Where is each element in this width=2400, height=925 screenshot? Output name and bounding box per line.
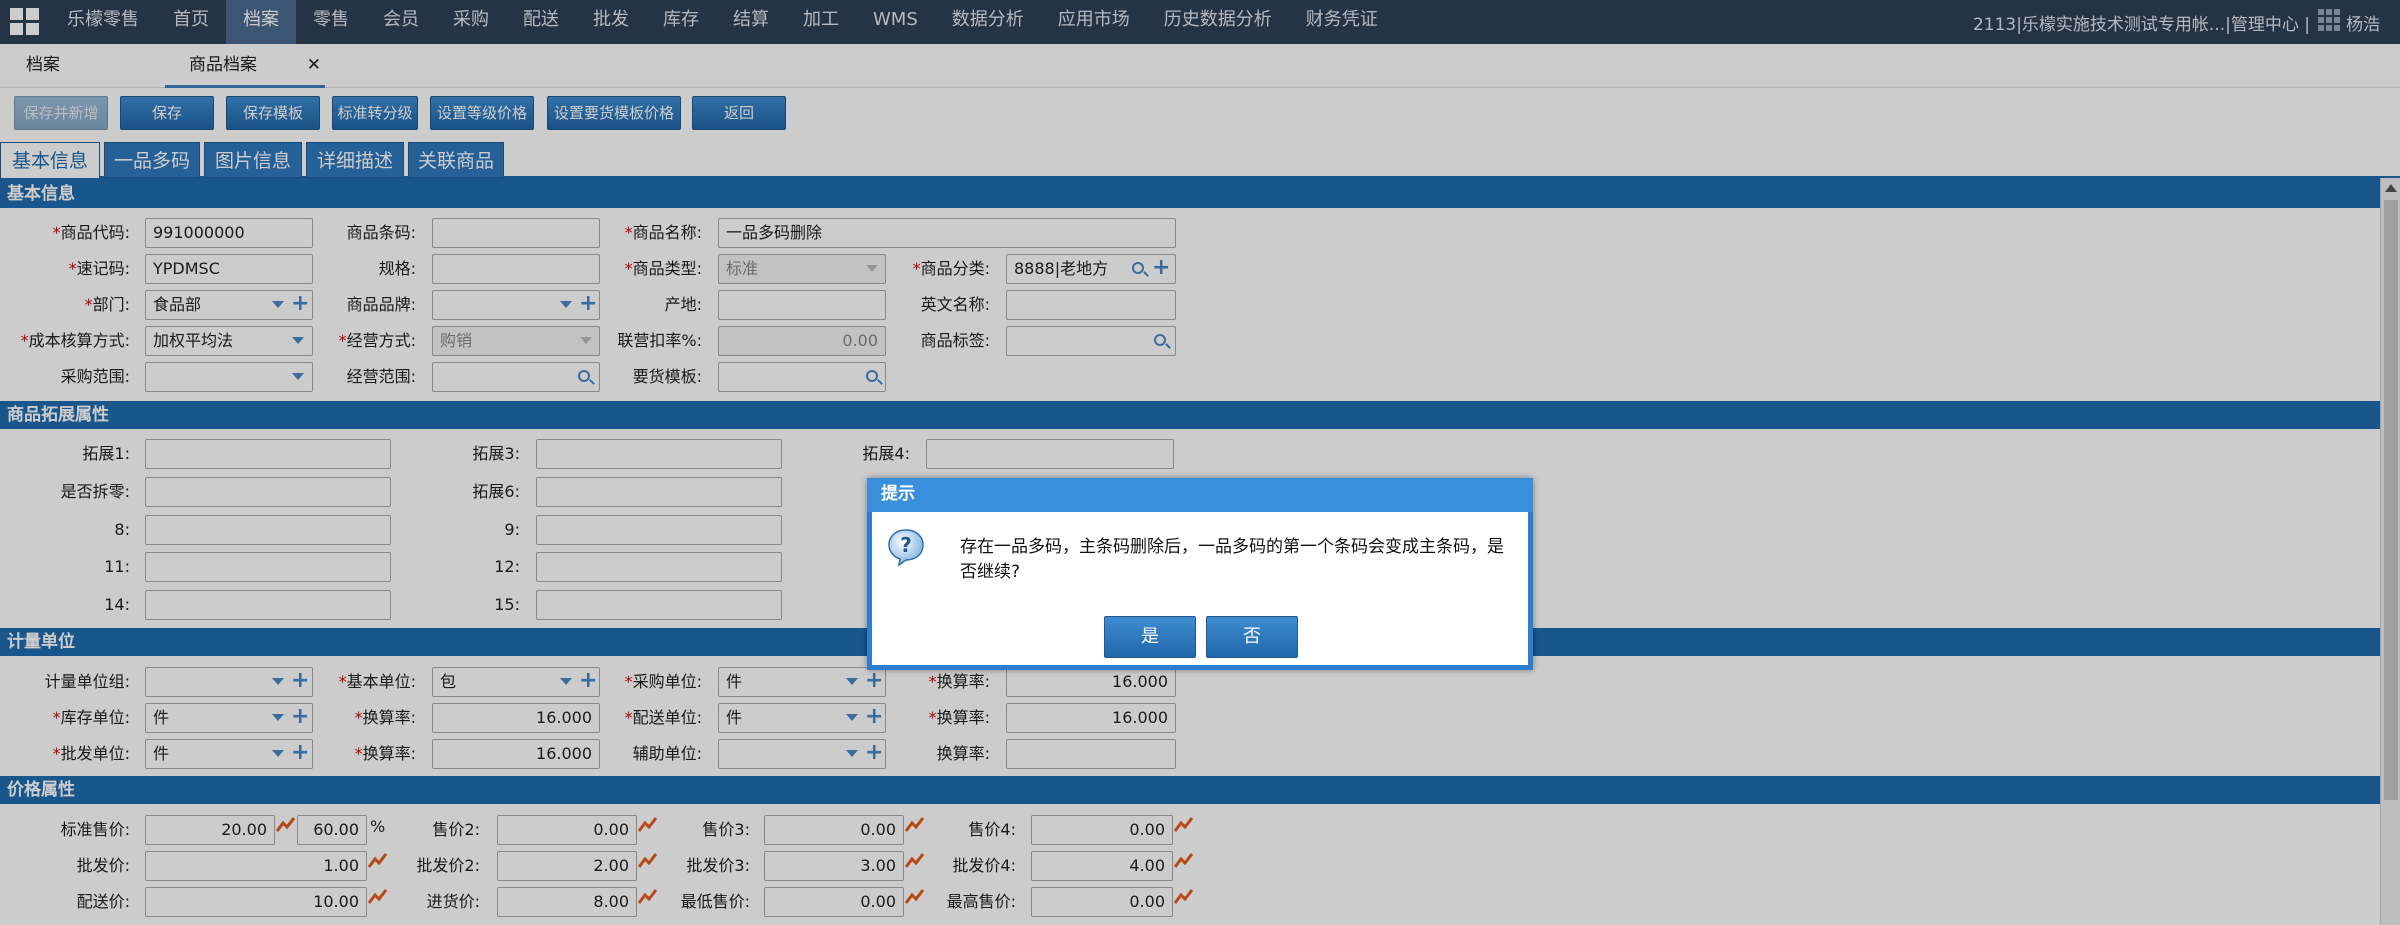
question-icon: ? [888,529,924,567]
dialog-title: 提示 [867,478,1533,512]
svg-text:?: ? [900,533,912,557]
modal-overlay [0,0,2400,925]
dialog-message: 存在一品多码，主条码删除后，一品多码的第一个条码会变成主条码，是否继续? [960,537,1504,582]
yes-button[interactable]: 是 [1104,616,1196,658]
confirm-dialog: 提示 ? 存在一品多码，主条码删除后，一品多码的第一个条码会变成主条码，是否继续… [867,478,1533,670]
no-button[interactable]: 否 [1206,616,1298,658]
